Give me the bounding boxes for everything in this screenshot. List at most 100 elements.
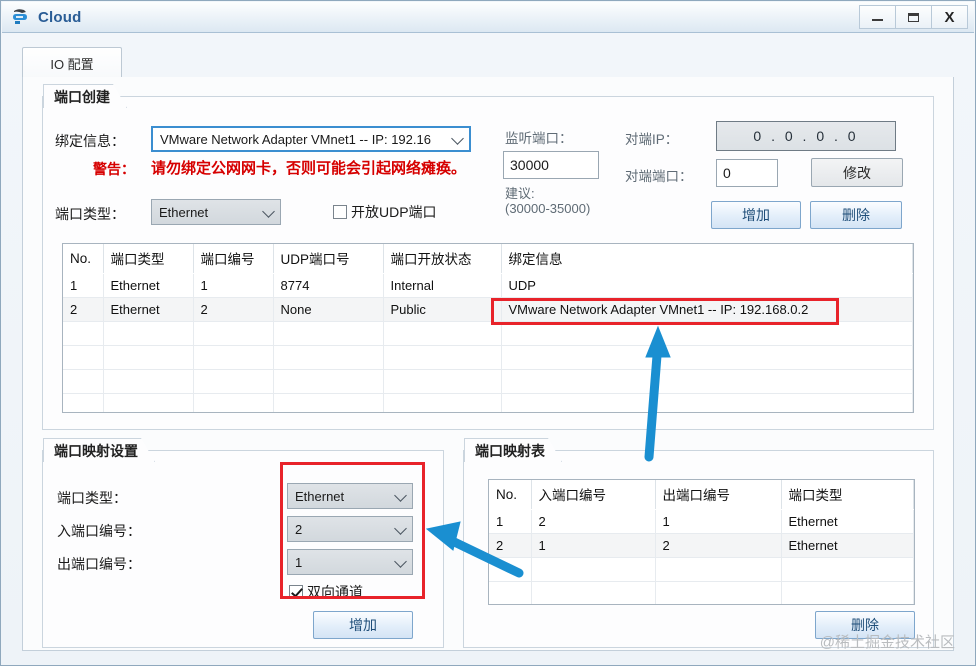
map-in-port-combobox[interactable]: 2 xyxy=(287,516,413,542)
table-cell-empty xyxy=(501,345,913,370)
tab-io-config[interactable]: IO 配置 xyxy=(22,47,122,78)
table-row[interactable]: 2 1 2 Ethernet xyxy=(489,533,914,558)
table-cell-empty xyxy=(655,581,782,604)
map-in-port-label: 入端口编号： xyxy=(57,523,141,539)
table-cell-empty xyxy=(489,557,532,582)
table-cell: Public xyxy=(383,297,502,322)
table-row-empty[interactable] xyxy=(63,345,913,370)
column-header[interactable]: 端口编号 xyxy=(193,244,274,274)
column-header[interactable]: 出端口编号 xyxy=(655,480,782,510)
table-cell-empty xyxy=(273,369,384,394)
bind-info-combobox[interactable]: VMware Network Adapter VMnet1 -- IP: 192… xyxy=(151,126,471,152)
delete-port-button[interactable]: 删除 xyxy=(810,201,902,229)
cloud-window: Cloud X IO 配置 端口创建 绑定信息： VMware Network … xyxy=(0,0,976,666)
map-port-type-combobox[interactable]: Ethernet xyxy=(287,483,413,509)
map-out-port-combobox[interactable]: 1 xyxy=(287,549,413,575)
column-header[interactable]: 端口类型 xyxy=(781,480,914,510)
table-row[interactable]: 1 Ethernet 1 8774 Internal UDP xyxy=(63,273,913,298)
port-map-table-group: 端口映射表 No. 入端口编号 出端口编号 端口类型 1 2 1 Ethernet 2 1 2 Et… xyxy=(463,450,934,648)
bidirectional-checkbox-label: 双向通道 xyxy=(307,584,363,600)
table-cell-empty xyxy=(501,393,913,412)
close-icon: X xyxy=(944,8,955,26)
maximize-button[interactable] xyxy=(895,5,932,29)
table-cell-empty xyxy=(273,393,384,412)
column-header[interactable]: No. xyxy=(489,480,532,510)
table-cell-empty xyxy=(63,345,104,370)
chevron-down-icon xyxy=(394,555,407,568)
table-cell-empty xyxy=(655,557,782,582)
peer-ip-input[interactable]: 0 . 0 . 0 . 0 xyxy=(716,121,896,151)
column-header[interactable]: No. xyxy=(63,244,104,274)
map-port-type-value: Ethernet xyxy=(295,488,345,504)
table-cell-empty xyxy=(273,345,384,370)
table-cell-empty xyxy=(781,581,914,604)
column-header[interactable]: UDP端口号 xyxy=(273,244,384,274)
table-cell: 1 xyxy=(531,533,656,558)
listen-port-suggest-1: 建议: xyxy=(505,186,535,201)
add-port-button[interactable]: 增加 xyxy=(711,201,801,229)
table-cell: 8774 xyxy=(273,273,384,298)
table-cell: 2 xyxy=(531,509,656,534)
peer-port-label: 对端端口： xyxy=(625,169,693,184)
map-in-port-value: 2 xyxy=(295,521,303,537)
window-title: Cloud xyxy=(38,8,82,26)
port-map-table[interactable]: No. 入端口编号 出端口编号 端口类型 1 2 1 Ethernet 2 1 2 Ethernet xyxy=(488,479,915,605)
table-row-empty[interactable] xyxy=(63,369,913,394)
listen-port-value: 30000 xyxy=(510,157,549,173)
port-type-combobox[interactable]: Ethernet xyxy=(151,199,281,225)
table-row-empty[interactable] xyxy=(489,581,914,604)
table-cell-empty xyxy=(383,345,502,370)
table-cell: VMware Network Adapter VMnet1 -- IP: 192… xyxy=(501,297,913,322)
map-port-type-label: 端口类型： xyxy=(57,490,127,506)
table-row-empty[interactable] xyxy=(63,393,913,412)
table-cell-empty xyxy=(383,393,502,412)
table-cell-empty xyxy=(103,321,194,346)
table-cell-empty xyxy=(63,393,104,412)
window-controls: X xyxy=(859,5,968,29)
table-row-empty[interactable] xyxy=(63,321,913,346)
peer-ip-value: 0 . 0 . 0 . 0 xyxy=(753,128,859,144)
table-cell: None xyxy=(273,297,384,322)
column-header[interactable]: 绑定信息 xyxy=(501,244,913,274)
warning-text: 请勿绑定公网网卡，否则可能会引起网络瘫痪。 xyxy=(151,160,467,177)
peer-port-input[interactable]: 0 xyxy=(716,159,778,187)
add-mapping-button[interactable]: 增加 xyxy=(313,611,413,639)
table-row-empty[interactable] xyxy=(489,557,914,582)
port-create-group: 端口创建 绑定信息： VMware Network Adapter VMnet1… xyxy=(42,96,934,430)
port-type-value: Ethernet xyxy=(159,204,209,220)
table-cell: 1 xyxy=(63,273,104,298)
checkbox-box xyxy=(333,205,347,219)
port-map-table-header-row: No. 入端口编号 出端口编号 端口类型 xyxy=(489,480,914,510)
listen-port-suggest-2: (30000-35000) xyxy=(505,201,591,216)
bidirectional-checkbox[interactable]: 双向通道 xyxy=(289,582,363,602)
table-cell-empty xyxy=(501,369,913,394)
table-row[interactable]: 1 2 1 Ethernet xyxy=(489,509,914,534)
table-cell-empty xyxy=(273,321,384,346)
table-cell: 2 xyxy=(655,533,782,558)
tab-strip: IO 配置 xyxy=(22,47,954,78)
column-header[interactable]: 端口开放状态 xyxy=(383,244,502,274)
table-cell-empty xyxy=(781,557,914,582)
table-cell: Ethernet xyxy=(103,297,194,322)
table-row[interactable]: 2 Ethernet 2 None Public VMware Network Adapt… xyxy=(63,297,913,322)
column-header[interactable]: 端口类型 xyxy=(103,244,194,274)
minimize-icon xyxy=(872,19,883,21)
port-type-label: 端口类型： xyxy=(55,206,125,222)
modify-button[interactable]: 修改 xyxy=(811,158,903,187)
column-header[interactable]: 入端口编号 xyxy=(531,480,656,510)
bind-info-value: VMware Network Adapter VMnet1 -- IP: 192… xyxy=(160,131,431,147)
bind-info-label: 绑定信息： xyxy=(55,133,125,149)
minimize-button[interactable] xyxy=(859,5,896,29)
table-cell: 2 xyxy=(63,297,104,322)
watermark: @稀土掘金技术社区 xyxy=(819,634,955,651)
content-panel: 端口创建 绑定信息： VMware Network Adapter VMnet1… xyxy=(22,77,954,651)
port-map-settings-group-title: 端口映射设置 xyxy=(43,438,155,462)
table-cell-empty xyxy=(531,581,656,604)
close-button[interactable]: X xyxy=(931,5,968,29)
title-bar: Cloud X xyxy=(2,2,974,33)
port-table[interactable]: No. 端口类型 端口编号 UDP端口号 端口开放状态 绑定信息 1 Ethernet 1 87… xyxy=(62,243,914,413)
listen-port-input[interactable]: 30000 xyxy=(503,151,599,179)
open-udp-checkbox[interactable]: 开放UDP端口 xyxy=(333,202,437,222)
table-cell: 1 xyxy=(193,273,274,298)
table-cell: Ethernet xyxy=(781,509,914,534)
